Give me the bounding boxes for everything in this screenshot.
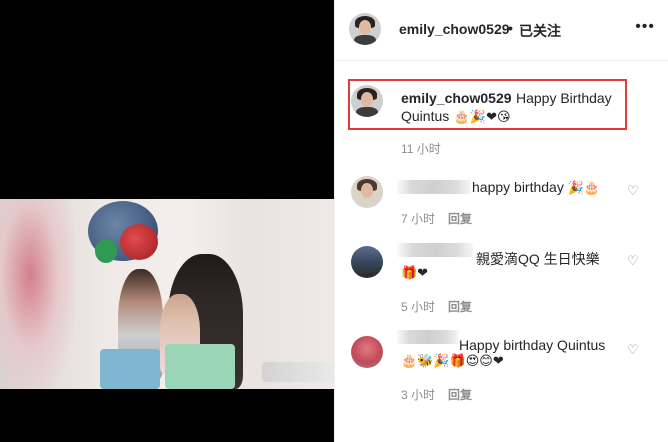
comment-3-reply-button[interactable]: 回复 xyxy=(448,386,472,403)
caption-avatar[interactable] xyxy=(351,85,383,117)
comment-3-like-heart-icon[interactable]: ♡ xyxy=(627,342,639,358)
comment-1-time[interactable]: 7 小时 xyxy=(401,210,435,227)
post-header: emily_chow0529 • 已关注 ••• xyxy=(335,0,668,61)
comment-3-username-blurred[interactable] xyxy=(397,330,459,344)
comment-2-text: 親愛滴QQ 生日快樂 xyxy=(476,251,600,267)
photo-blur-left xyxy=(0,199,75,389)
comment-2-time[interactable]: 5 小时 xyxy=(401,298,435,315)
avatar-face xyxy=(360,183,374,199)
cake-left xyxy=(100,349,160,389)
caption-line-1: emily_chow0529 Happy Birthday xyxy=(401,90,612,108)
comment-1-username-blurred[interactable] xyxy=(397,180,471,194)
post-side-panel: emily_chow0529 • 已关注 ••• emily_chow0529 … xyxy=(334,0,668,442)
caption-text-2: Quintus xyxy=(401,108,450,124)
comment-3-text: Happy birthday Quintus xyxy=(459,337,606,353)
avatar-face xyxy=(360,92,374,108)
header-username[interactable]: emily_chow0529 xyxy=(399,21,510,37)
comment-3-emojis: 🎂🐝🎉🎁😍😊❤ xyxy=(401,354,504,369)
comment-3-avatar[interactable] xyxy=(351,336,383,368)
comment-3-time[interactable]: 3 小时 xyxy=(401,386,435,403)
caption-time[interactable]: 11 小时 xyxy=(401,140,441,157)
comment-1-body: happy birthday xyxy=(472,179,564,195)
follow-status[interactable]: 已关注 xyxy=(519,21,561,41)
avatar-body xyxy=(353,34,377,45)
post-media[interactable] xyxy=(0,0,334,442)
comment-2-emojis: 🎁❤ xyxy=(401,266,429,281)
more-dots-icon[interactable]: ••• xyxy=(635,18,655,36)
watermark-blur xyxy=(262,362,334,382)
avatar-face xyxy=(358,20,372,36)
comment-2-reply-button[interactable]: 回复 xyxy=(448,298,472,315)
avatar-body xyxy=(355,106,379,117)
comment-1-reply-button[interactable]: 回复 xyxy=(448,210,472,227)
comment-2-avatar[interactable] xyxy=(351,246,383,278)
comment-1-emojis: 🎉🎂 xyxy=(567,181,601,196)
user-avatar[interactable] xyxy=(349,13,381,45)
birthday-photo xyxy=(0,199,334,389)
comment-1-like-heart-icon[interactable]: ♡ xyxy=(627,183,639,199)
caption-username[interactable]: emily_chow0529 xyxy=(401,90,512,106)
balloon-red xyxy=(120,224,158,260)
header-separator: • xyxy=(508,20,513,36)
cake-right xyxy=(165,344,235,389)
comment-2-username-blurred[interactable] xyxy=(397,243,473,257)
caption-line-2: Quintus 🎂🎉❤😘 xyxy=(401,108,511,126)
balloon-green xyxy=(95,239,117,263)
comment-2-like-heart-icon[interactable]: ♡ xyxy=(627,253,639,269)
comment-1-avatar[interactable] xyxy=(351,176,383,208)
caption-emojis: 🎂🎉❤😘 xyxy=(453,110,511,125)
comment-1-text: happy birthday 🎉🎂 xyxy=(472,179,600,196)
caption-text: Happy Birthday xyxy=(515,90,612,106)
